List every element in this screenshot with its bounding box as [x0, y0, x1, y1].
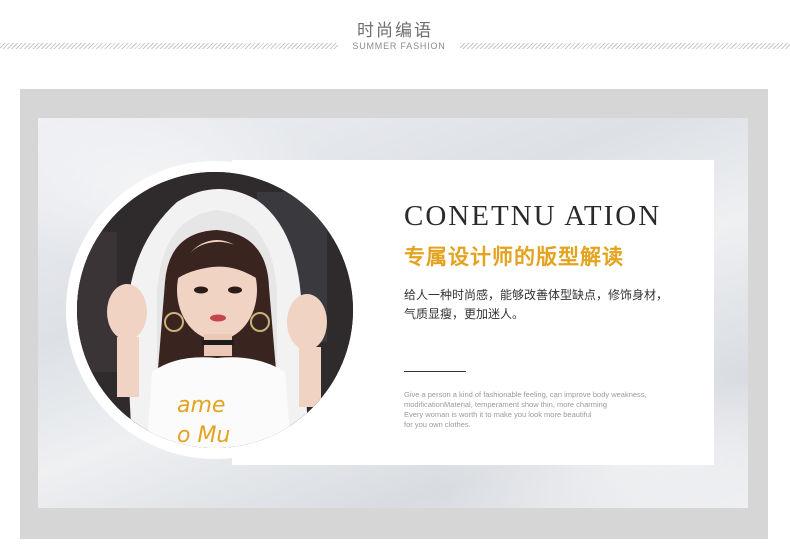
section-title: 时尚编语 [357, 21, 433, 41]
header-divider-right [460, 43, 790, 49]
feature-title: CONETNU ATION [404, 200, 662, 232]
english-line: for you own clothes. [404, 420, 471, 429]
shirt-print: o Mu [177, 423, 230, 448]
model-photo-frame: ame o Mu [66, 161, 364, 459]
feature-divider [404, 371, 466, 372]
model-illustration: ame o Mu [77, 172, 353, 448]
feature-english-text: Give a person a kind of fashionable feel… [404, 390, 699, 430]
section-subtitle: SUMMER FASHION [352, 41, 446, 51]
section-header: 时尚编语 SUMMER FASHION [0, 0, 790, 60]
feature-description: 给人一种时尚感，能够改善体型缺点，修饰身材，气质显瘦，更加迷人。 [404, 288, 669, 321]
feature-subtitle: 专属设计师的版型解读 [404, 245, 624, 269]
header-divider-left [0, 43, 338, 49]
model-photo: ame o Mu [77, 172, 353, 448]
english-line: Give a person a kind of fashionable feel… [404, 390, 647, 399]
english-line: Every woman is worth it to make you look… [404, 410, 592, 419]
shirt-print: ame [177, 393, 225, 418]
english-line: modificationMaterial, temperament show t… [404, 400, 608, 409]
